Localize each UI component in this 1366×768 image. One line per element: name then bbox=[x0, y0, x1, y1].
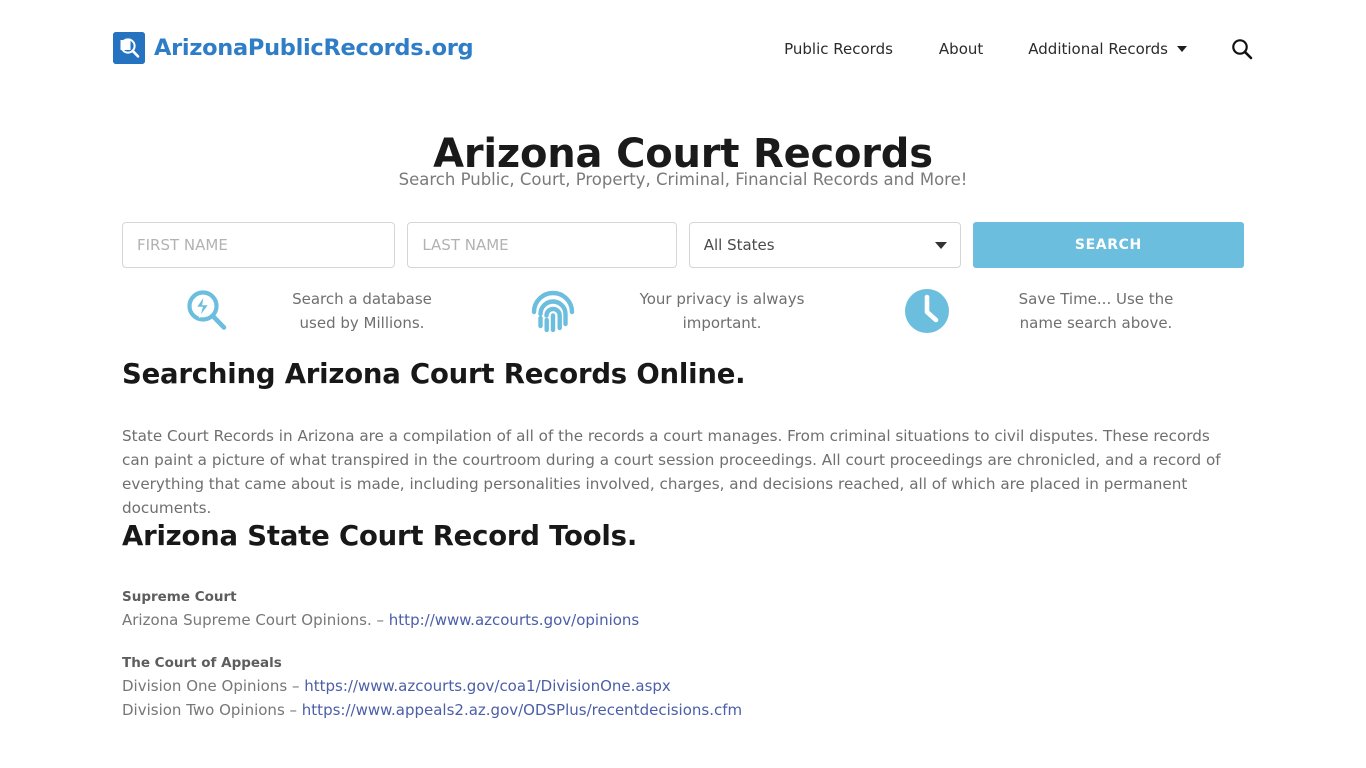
first-name-input[interactable] bbox=[122, 222, 396, 268]
state-select-wrapper: All States bbox=[688, 222, 961, 268]
tool-line-prefix: Division Two Opinions – bbox=[122, 701, 302, 719]
tool-line-prefix: Division One Opinions – bbox=[122, 677, 305, 695]
site-logo[interactable]: ArizonaPublicRecords.org bbox=[113, 32, 474, 64]
search-button[interactable]: SEARCH bbox=[972, 222, 1244, 268]
tool-link[interactable]: https://www.appeals2.az.gov/ODSPlus/rece… bbox=[302, 701, 742, 719]
tool-block-court-of-appeals: The Court of Appeals Division One Opinio… bbox=[122, 652, 1244, 722]
clock-icon bbox=[900, 285, 954, 337]
feature-strip: Search a database used by Millions. Your… bbox=[122, 282, 1244, 340]
nav-item-additional-records-label: Additional Records bbox=[1028, 40, 1168, 58]
page-subtitle: Search Public, Court, Property, Criminal… bbox=[398, 170, 968, 189]
tool-block-supreme-court: Supreme Court Arizona Supreme Court Opin… bbox=[122, 586, 1244, 632]
feature-text-savetime: Save Time... Use the name search above. bbox=[954, 287, 1244, 335]
site-logo-text: ArizonaPublicRecords.org bbox=[154, 35, 474, 61]
court-tools-list: Supreme Court Arizona Supreme Court Opin… bbox=[122, 586, 1244, 722]
page-root: ArizonaPublicRecords.org Public Records … bbox=[0, 0, 1366, 768]
magnifier-document-icon bbox=[113, 32, 145, 64]
tool-line: Arizona Supreme Court Opinions. – http:/… bbox=[122, 608, 1244, 632]
feature-line-1: Your privacy is always bbox=[639, 290, 805, 308]
main-content: Searching Arizona Court Records Online. … bbox=[122, 358, 1244, 742]
feature-item-savetime: Save Time... Use the name search above. bbox=[870, 282, 1244, 340]
tool-link[interactable]: https://www.azcourts.gov/coa1/DivisionOn… bbox=[304, 677, 671, 695]
nav-item-about[interactable]: About bbox=[939, 36, 983, 62]
feature-line-2: name search above. bbox=[1019, 314, 1173, 332]
nav-item-public-records[interactable]: Public Records bbox=[784, 36, 893, 62]
section-title-tools: Arizona State Court Record Tools. bbox=[122, 520, 638, 552]
feature-line-2: important. bbox=[682, 314, 762, 332]
search-icon[interactable] bbox=[1231, 38, 1253, 60]
feature-text-database: Search a database used by Millions. bbox=[234, 287, 496, 335]
state-select[interactable]: All States bbox=[688, 222, 961, 268]
site-header: ArizonaPublicRecords.org Public Records … bbox=[0, 0, 1366, 98]
tool-link[interactable]: http://www.azcourts.gov/opinions bbox=[389, 611, 639, 629]
feature-line-1: Search a database bbox=[292, 290, 432, 308]
people-search-form: All States SEARCH bbox=[122, 222, 1244, 268]
tool-line: Division Two Opinions – https://www.appe… bbox=[122, 698, 1244, 722]
tool-heading: The Court of Appeals bbox=[122, 655, 282, 671]
feature-line-1: Save Time... Use the bbox=[1018, 290, 1174, 308]
nav-item-additional-records[interactable]: Additional Records bbox=[1028, 36, 1187, 62]
feature-line-2: used by Millions. bbox=[299, 314, 425, 332]
section-paragraph-searching: State Court Records in Arizona are a com… bbox=[122, 427, 1221, 517]
feature-item-database: Search a database used by Millions. bbox=[122, 282, 496, 340]
tool-heading: Supreme Court bbox=[122, 589, 237, 605]
main-nav: Public Records About Additional Records bbox=[784, 36, 1253, 62]
fingerprint-icon bbox=[526, 285, 580, 337]
tool-line-prefix: Arizona Supreme Court Opinions. – bbox=[122, 611, 389, 629]
magnifier-bolt-icon bbox=[180, 285, 234, 337]
chevron-down-icon bbox=[934, 242, 947, 249]
section-title-searching: Searching Arizona Court Records Online. bbox=[122, 358, 746, 390]
state-select-value: All States bbox=[703, 236, 775, 254]
feature-text-privacy: Your privacy is always important. bbox=[580, 287, 870, 335]
chevron-down-icon bbox=[1177, 46, 1187, 52]
last-name-input[interactable] bbox=[407, 222, 677, 268]
tool-line: Division One Opinions – https://www.azco… bbox=[122, 674, 1244, 698]
feature-item-privacy: Your privacy is always important. bbox=[496, 282, 870, 340]
